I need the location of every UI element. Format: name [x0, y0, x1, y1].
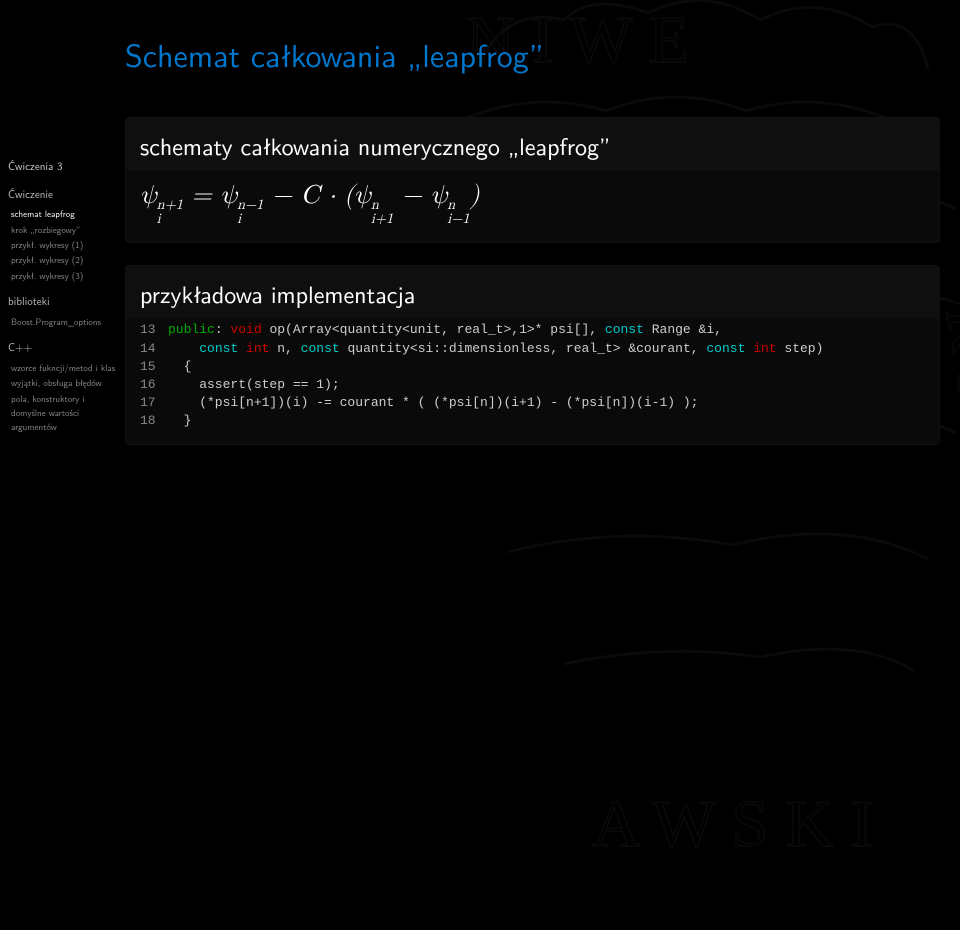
main-content: Schemat całkowania „leapfrog” schematy c…	[125, 0, 960, 695]
presentation-subtitle: Ćwiczenia 3	[8, 158, 117, 176]
slide-root: Ćwiczenia 3 Ćwiczenie schemat leapfrog kro…	[0, 0, 960, 695]
sidebar-item[interactable]: przykł. wykresy (3)	[8, 269, 117, 283]
code-token: (*psi[n+1])(i) -= courant * ( (*psi[n])(…	[168, 395, 699, 410]
code-line: 14 const int n, const quantity<si::dimen…	[140, 340, 925, 358]
formula-box: schematy całkowania numerycznego „leapfr…	[125, 117, 940, 243]
sidebar-item[interactable]: wyjątki, obsługa błędów	[8, 376, 117, 390]
code-box-title: przykładowa implementacja	[126, 266, 939, 319]
code-token: quantity<si::dimensionless, real_t> &cou…	[340, 341, 707, 356]
code-line: 17 (*psi[n+1])(i) -= courant * ( (*psi[n…	[140, 394, 925, 412]
sidebar-item[interactable]: krok „rozbiegowy”	[8, 223, 117, 237]
line-number: 14	[140, 340, 168, 358]
code-token: }	[168, 413, 191, 428]
svg-text:A W S K I: A W S K I	[592, 786, 873, 861]
code-token: assert(step == 1);	[168, 377, 340, 392]
code-token: const	[605, 322, 644, 337]
sidebar-nav: Ćwiczenia 3 Ćwiczenie schemat leapfrog kro…	[0, 0, 125, 695]
code-token: n,	[269, 341, 300, 356]
line-number: 15	[140, 358, 168, 376]
code-token: const	[199, 341, 238, 356]
line-number: 16	[140, 376, 168, 394]
code-token: const	[706, 341, 745, 356]
sidebar-section-header[interactable]: Ćwiczenie	[8, 186, 117, 204]
line-number: 18	[140, 412, 168, 430]
sidebar-item[interactable]: Boost.Program_options	[8, 315, 117, 329]
code-token	[238, 341, 246, 356]
code-token: void	[230, 322, 261, 337]
code-token: op(Array<quantity<unit, real_t>,1>* psi[…	[262, 322, 605, 337]
code-line: 18 }	[140, 412, 925, 430]
line-number: 13	[140, 321, 168, 339]
sidebar-item[interactable]: wzorce fukncji/metod i klas	[8, 361, 117, 375]
sidebar-item[interactable]: przykł. wykresy (1)	[8, 238, 117, 252]
sidebar-section-header[interactable]: C++	[8, 339, 117, 357]
code-line: 13public: void op(Array<quantity<unit, r…	[140, 321, 925, 339]
code-line: 15 {	[140, 358, 925, 376]
code-token: :	[215, 322, 231, 337]
formula-box-content: ψn+1i = ψn−1i − C · (ψni+1 − ψni−1)	[126, 171, 939, 242]
code-token: step)	[777, 341, 824, 356]
slide-title: Schemat całkowania „leapfrog”	[125, 30, 940, 77]
code-token: int	[753, 341, 776, 356]
sidebar-item[interactable]: pola, konstruktory i domyślne wartości a…	[8, 392, 117, 435]
sidebar-item[interactable]: przykł. wykresy (2)	[8, 253, 117, 267]
code-token	[168, 341, 199, 356]
code-listing: 13public: void op(Array<quantity<unit, r…	[126, 319, 939, 444]
line-number: 17	[140, 394, 168, 412]
code-token: public	[168, 322, 215, 337]
code-token: {	[168, 359, 191, 374]
code-token: Range &i,	[644, 322, 722, 337]
code-token: const	[301, 341, 340, 356]
sidebar-sections: Ćwiczenie schemat leapfrog krok „rozbiegow…	[8, 186, 117, 435]
code-box: przykładowa implementacja 13public: void…	[125, 265, 940, 445]
code-line: 16 assert(step == 1);	[140, 376, 925, 394]
sidebar-item[interactable]: schemat leapfrog	[8, 207, 117, 221]
code-token: int	[246, 341, 269, 356]
sidebar-section-header[interactable]: biblioteki	[8, 293, 117, 311]
leapfrog-formula: ψn+1i = ψn−1i − C · (ψni+1 − ψni−1)	[140, 181, 925, 226]
formula-box-title: schematy całkowania numerycznego „leapfr…	[126, 118, 939, 171]
